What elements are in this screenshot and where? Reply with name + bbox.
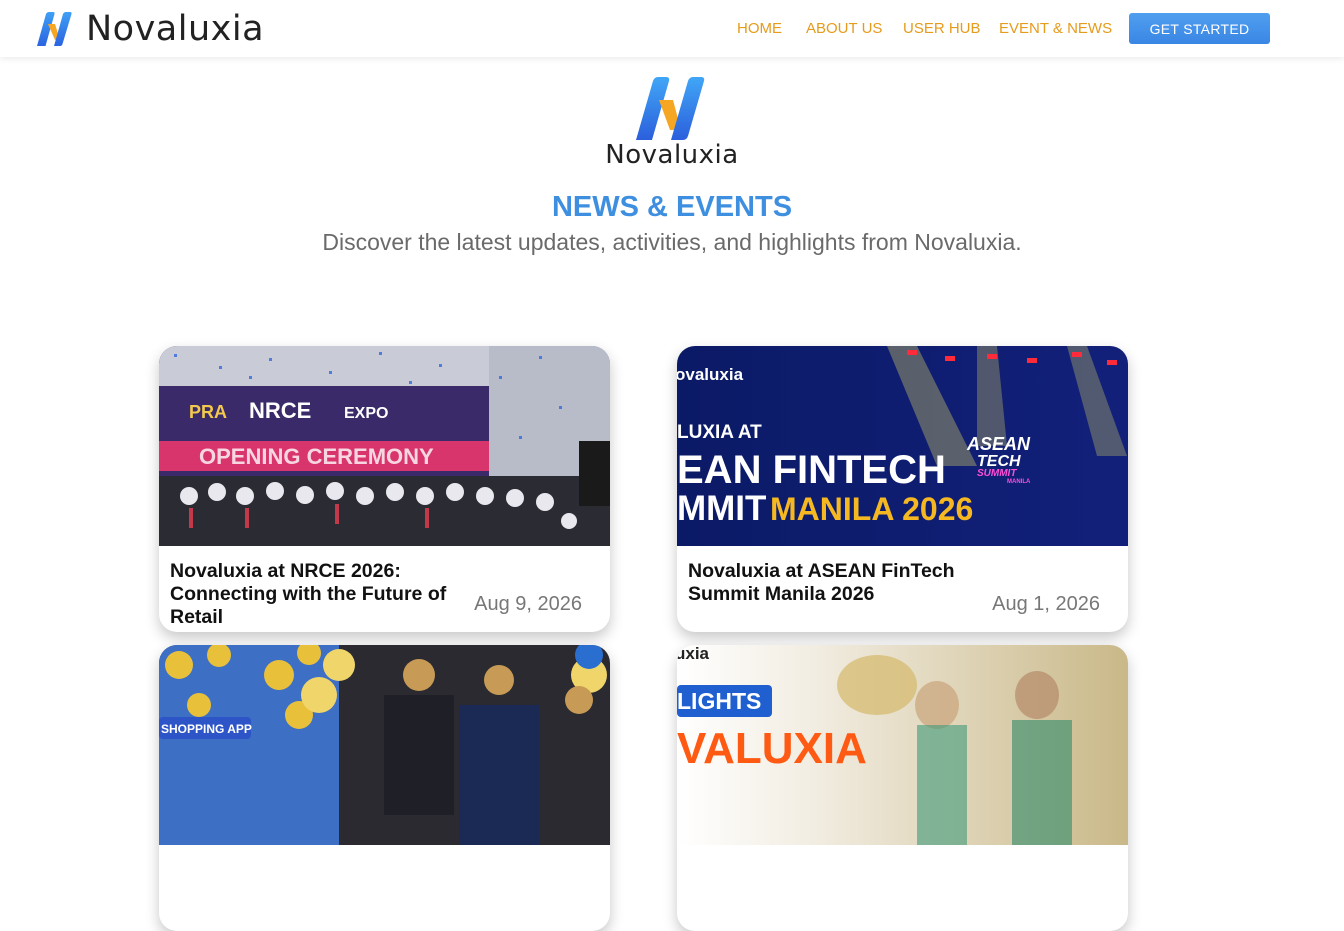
image-caption: NRCE	[249, 398, 311, 423]
image-caption: LUXIA AT	[677, 422, 762, 443]
news-card-date: Aug 1, 2026	[992, 593, 1100, 615]
image-caption: SUMMIT	[977, 468, 1017, 479]
image-caption: MANILA 2026	[770, 491, 973, 527]
brand-name: Novaluxia	[86, 9, 265, 49]
image-caption: EAN FINTECH	[677, 448, 946, 492]
nav-about-us[interactable]: ABOUT US	[806, 20, 882, 37]
top-nav-bar: Novaluxia HOME ABOUT US USER HUB EVENT &…	[0, 0, 1344, 57]
image-caption: OPENING CEREMONY	[199, 444, 434, 469]
news-card-image: uxia LIGHTS VALUXIA	[677, 645, 1128, 845]
image-caption: uxia	[677, 645, 710, 663]
news-card-title[interactable]: Novaluxia at ASEAN FinTech Summit Manila…	[688, 560, 978, 606]
hero-logo-icon	[636, 77, 705, 140]
image-caption: ASEAN	[966, 434, 1031, 454]
news-card-image: ovaluxia LUXIA AT EAN FINTECH MMIT MANIL…	[677, 346, 1128, 546]
news-card[interactable]: PRA NRCE EXPO OPENING CEREMONY Novaluxia…	[159, 346, 610, 632]
brand-logo-link[interactable]: Novaluxia	[33, 9, 264, 49]
novaluxia-logo-icon	[37, 12, 72, 46]
nav-user-hub[interactable]: USER HUB	[903, 20, 981, 37]
news-card-date: Aug 9, 2026	[474, 593, 582, 615]
get-started-button[interactable]: GET STARTED	[1129, 13, 1270, 44]
nav-home[interactable]: HOME	[737, 20, 782, 37]
news-card-image: PRA NRCE EXPO OPENING CEREMONY	[159, 346, 610, 546]
page-subtitle: Discover the latest updates, activities,…	[322, 229, 1022, 255]
nav-event-news[interactable]: EVENT & NEWS	[999, 20, 1112, 37]
image-caption: EXPO	[344, 405, 388, 422]
news-card-title[interactable]: Novaluxia at NRCE 2026: Connecting with …	[170, 560, 460, 629]
image-caption: MMIT	[677, 489, 766, 528]
news-card-image: SHOPPING APP	[159, 645, 610, 845]
image-caption: PRA	[189, 402, 227, 422]
image-caption: MANILA	[1007, 479, 1031, 485]
page-title: NEWS & EVENTS	[551, 191, 793, 223]
hero-wordmark: Novaluxia	[605, 140, 739, 170]
image-caption: LIGHTS	[677, 688, 761, 714]
news-card[interactable]: ovaluxia LUXIA AT EAN FINTECH MMIT MANIL…	[677, 346, 1128, 632]
image-caption: VALUXIA	[677, 724, 867, 773]
image-caption: ovaluxia	[677, 365, 744, 384]
news-card[interactable]: SHOPPING APP	[159, 645, 610, 931]
news-card[interactable]: uxia LIGHTS VALUXIA	[677, 645, 1128, 931]
image-caption: SHOPPING APP	[161, 722, 252, 736]
